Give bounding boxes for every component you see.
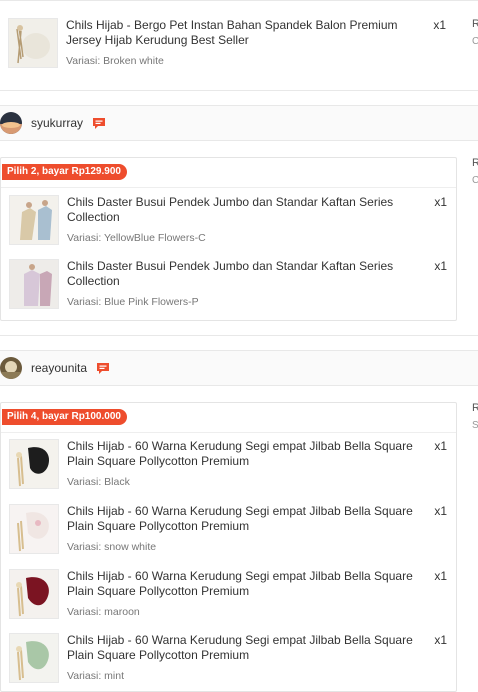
- order-item[interactable]: Chils Daster Busui Pendek Jumbo dan Stan…: [1, 259, 456, 311]
- product-quantity: x1: [434, 195, 447, 209]
- order-item[interactable]: Chils Hijab - 60 Warna Kerudung Segi emp…: [1, 633, 456, 685]
- product-title[interactable]: Chils Hijab - 60 Warna Kerudung Segi emp…: [67, 504, 431, 534]
- product-variant: Variasi: mint: [67, 670, 124, 682]
- order-side-sub: C: [472, 175, 478, 186]
- order-item[interactable]: Chils Hijab - 60 Warna Kerudung Segi emp…: [1, 569, 456, 621]
- product-variant: Variasi: YellowBlue Flowers-C: [67, 232, 206, 244]
- promo-badge[interactable]: Pilih 4, bayar Rp100.000: [2, 409, 127, 425]
- product-quantity: x1: [433, 18, 446, 32]
- chat-icon[interactable]: [96, 362, 110, 375]
- order-box: Pilih 4, bayar Rp100.000 Chils Hijab - 6…: [0, 402, 457, 692]
- product-title[interactable]: Chils Hijab - Bergo Pet Instan Bahan Spa…: [66, 18, 430, 48]
- product-quantity: x1: [434, 504, 447, 518]
- product-thumbnail[interactable]: [9, 439, 59, 489]
- shop-header: reayounita: [0, 350, 478, 386]
- product-thumbnail[interactable]: [9, 504, 59, 554]
- avatar[interactable]: [0, 112, 22, 134]
- promo-badge[interactable]: Pilih 2, bayar Rp129.900: [2, 164, 127, 180]
- product-variant: Variasi: maroon: [67, 606, 140, 618]
- product-quantity: x1: [434, 259, 447, 273]
- product-title[interactable]: Chils Hijab - 60 Warna Kerudung Segi emp…: [67, 569, 431, 599]
- promo-bar: Pilih 4, bayar Rp100.000: [1, 403, 456, 433]
- product-variant: Variasi: snow white: [67, 541, 157, 553]
- order-item[interactable]: Chils Hijab - 60 Warna Kerudung Segi emp…: [1, 504, 456, 556]
- product-variant: Variasi: Broken white: [66, 55, 164, 67]
- promo-bar: Pilih 2, bayar Rp129.900: [1, 158, 456, 188]
- product-title[interactable]: Chils Hijab - 60 Warna Kerudung Segi emp…: [67, 633, 431, 663]
- order-item[interactable]: Chils Hijab - 60 Warna Kerudung Segi emp…: [1, 439, 456, 491]
- shop-header: syukurray: [0, 105, 478, 141]
- order-item[interactable]: Chils Hijab - Bergo Pet Instan Bahan Spa…: [0, 18, 455, 70]
- product-quantity: x1: [434, 569, 447, 583]
- avatar[interactable]: [0, 357, 22, 379]
- product-variant: Variasi: Black: [67, 476, 130, 488]
- order-side-sub: S: [472, 420, 478, 431]
- product-quantity: x1: [434, 439, 447, 453]
- order-side-label: R: [472, 18, 478, 30]
- order-box: Pilih 2, bayar Rp129.900 Chils Daster Bu…: [0, 157, 457, 321]
- product-thumbnail[interactable]: [8, 18, 58, 68]
- order-side-label: R: [472, 402, 478, 414]
- product-variant: Variasi: Blue Pink Flowers-P: [67, 296, 199, 308]
- product-thumbnail[interactable]: [9, 569, 59, 619]
- order-item[interactable]: Chils Daster Busui Pendek Jumbo dan Stan…: [1, 195, 456, 247]
- product-thumbnail[interactable]: [9, 259, 59, 309]
- product-title[interactable]: Chils Daster Busui Pendek Jumbo dan Stan…: [67, 259, 431, 289]
- product-thumbnail[interactable]: [9, 195, 59, 245]
- product-title[interactable]: Chils Hijab - 60 Warna Kerudung Segi emp…: [67, 439, 431, 469]
- product-title[interactable]: Chils Daster Busui Pendek Jumbo dan Stan…: [67, 195, 431, 225]
- product-thumbnail[interactable]: [9, 633, 59, 683]
- shop-name[interactable]: syukurray: [31, 116, 83, 130]
- chat-icon[interactable]: [92, 117, 106, 130]
- order-side-label: R: [472, 157, 478, 169]
- order-side-sub: C: [472, 36, 478, 47]
- shop-name[interactable]: reayounita: [31, 361, 87, 375]
- product-quantity: x1: [434, 633, 447, 647]
